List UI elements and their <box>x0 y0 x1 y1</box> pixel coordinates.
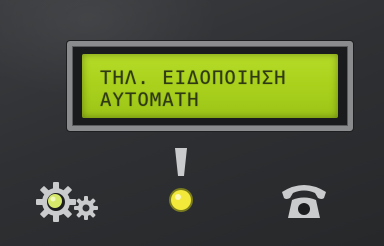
device-panel: ΤΗΛ. ΕΙΔΟΠΟΙΗΣΗ ΑΥΤΟΜΑΤΗ <box>0 0 384 246</box>
alert-led <box>171 190 191 210</box>
settings-led <box>48 194 62 208</box>
lcd-line-1: ΤΗΛ. ΕΙΔΟΠΟΙΗΣΗ <box>100 67 287 89</box>
phone-indicator[interactable] <box>278 178 330 222</box>
lcd-display-frame: ΤΗΛ. ΕΙΔΟΠΟΙΗΣΗ ΑΥΤΟΜΑΤΗ <box>67 41 353 131</box>
alert-indicator[interactable] <box>165 146 197 216</box>
lcd-line-2: ΑΥΤΟΜΑΤΗ <box>100 89 200 111</box>
lcd-display: ΤΗΛ. ΕΙΔΟΠΟΙΗΣΗ ΑΥΤΟΜΑΤΗ <box>82 54 338 118</box>
exclamation-icon <box>169 148 193 212</box>
gears-icon <box>36 182 98 222</box>
settings-indicator[interactable] <box>34 178 104 226</box>
telephone-icon <box>282 185 326 218</box>
